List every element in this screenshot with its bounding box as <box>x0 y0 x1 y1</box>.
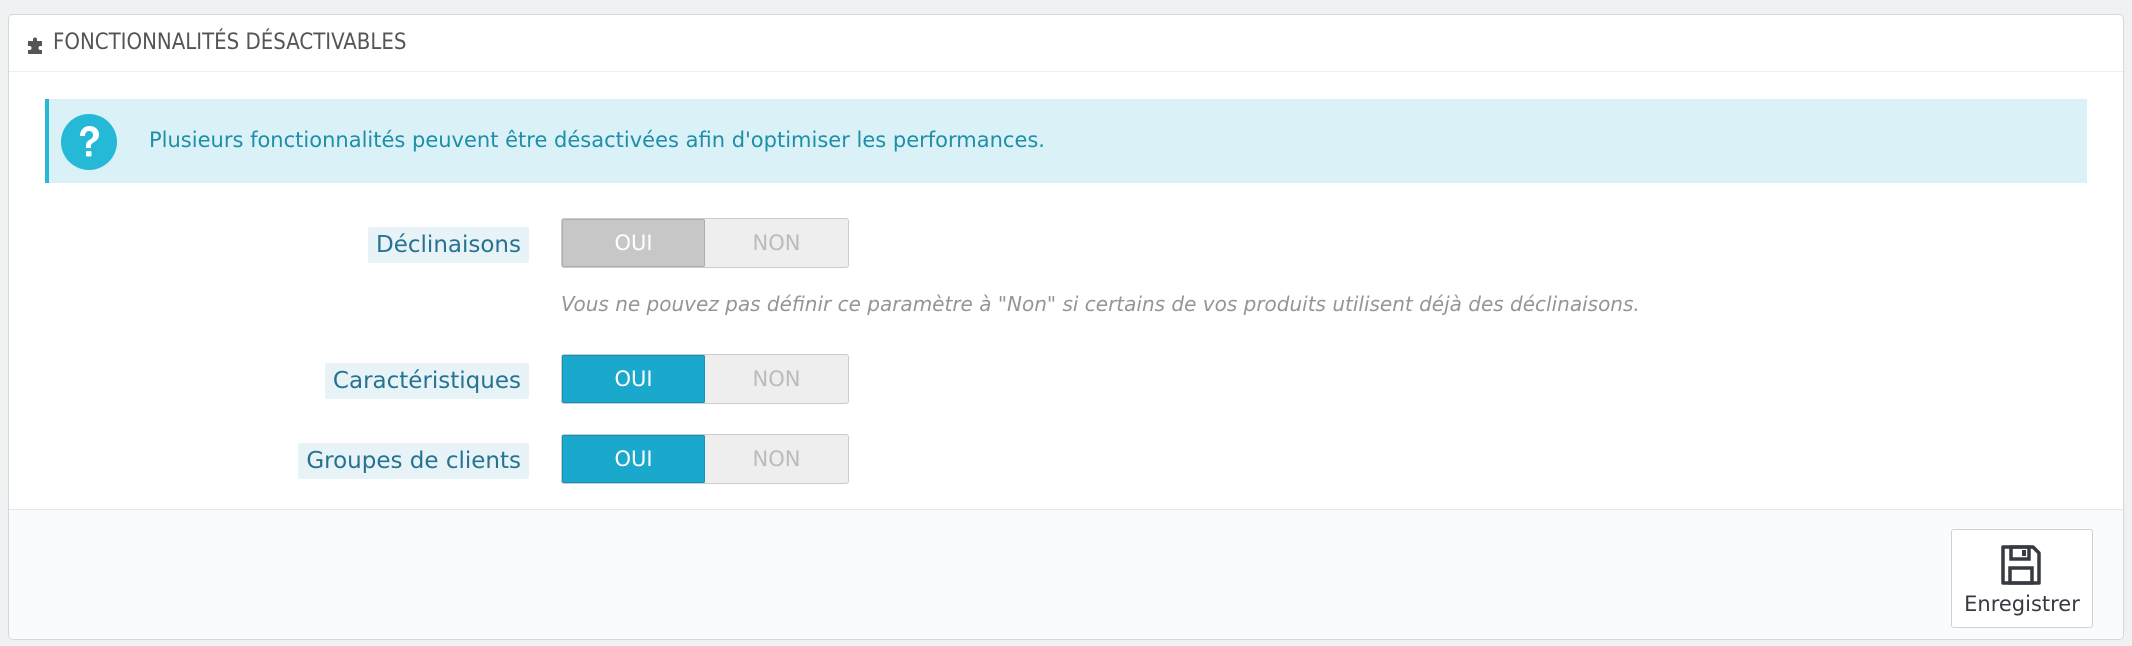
floppy-disk-icon <box>2001 545 2041 585</box>
switch-groupes-clients[interactable]: OUI NON <box>561 434 849 484</box>
info-alert: Plusieurs fonctionnalités peuvent être d… <box>45 99 2087 183</box>
save-button-label: Enregistrer <box>1964 592 2080 616</box>
switch-declinaisons[interactable]: OUI NON <box>561 218 849 268</box>
label-declinaisons: Déclinaisons <box>368 227 529 263</box>
switch-declinaisons-yes[interactable]: OUI <box>562 219 705 267</box>
help-declinaisons: Vous ne pouvez pas définir ce paramètre … <box>561 292 1640 316</box>
switch-caracteristiques-no[interactable]: NON <box>705 355 848 403</box>
switch-groupes-clients-no[interactable]: NON <box>705 435 848 483</box>
save-button[interactable]: Enregistrer <box>1951 529 2093 628</box>
puzzle-icon <box>28 37 42 54</box>
question-icon <box>61 114 117 170</box>
switch-caracteristiques-yes[interactable]: OUI <box>562 355 705 403</box>
performance-panel: FONCTIONNALITÉS DÉSACTIVABLES Plusieurs … <box>8 14 2124 640</box>
switch-groupes-clients-yes[interactable]: OUI <box>562 435 705 483</box>
panel-heading: FONCTIONNALITÉS DÉSACTIVABLES <box>9 15 2123 72</box>
panel-title: FONCTIONNALITÉS DÉSACTIVABLES <box>53 30 407 55</box>
alert-text: Plusieurs fonctionnalités peuvent être d… <box>149 128 1045 152</box>
switch-caracteristiques[interactable]: OUI NON <box>561 354 849 404</box>
label-groupes-clients: Groupes de clients <box>298 443 529 479</box>
panel-footer: Enregistrer <box>9 509 2123 639</box>
switch-declinaisons-no[interactable]: NON <box>705 219 848 267</box>
label-caracteristiques: Caractéristiques <box>324 363 529 399</box>
